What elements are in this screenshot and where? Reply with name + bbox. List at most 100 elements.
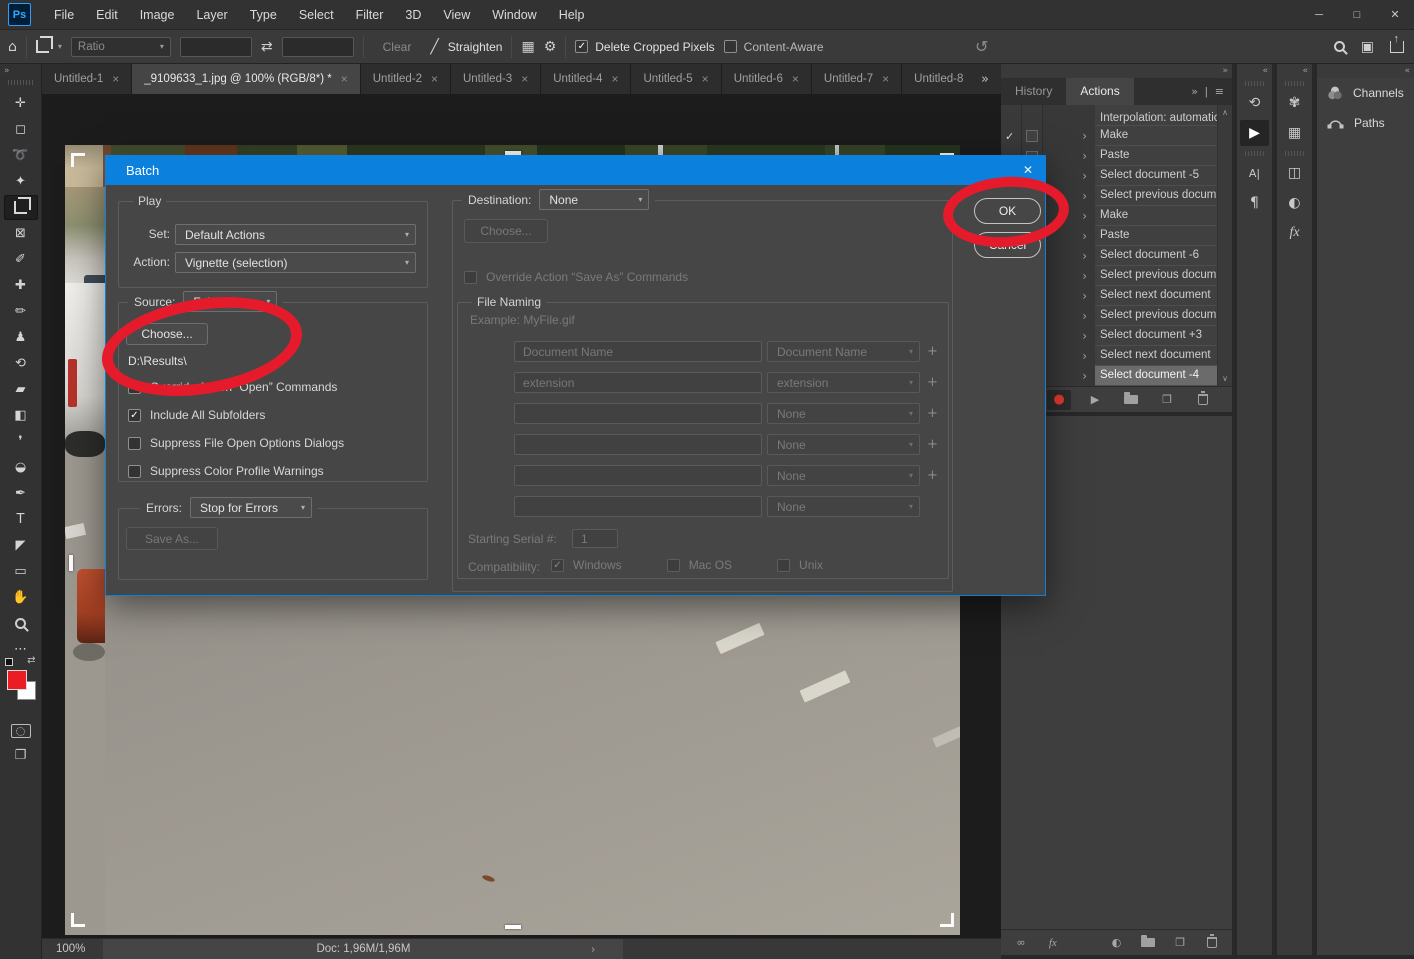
menu-item[interactable]: Window bbox=[481, 0, 547, 30]
clear-button[interactable]: Clear bbox=[373, 38, 422, 56]
foreground-color-swatch[interactable] bbox=[7, 670, 27, 690]
menu-item[interactable]: Edit bbox=[85, 0, 129, 30]
naming-part-select[interactable]: extension bbox=[767, 372, 920, 393]
lasso-tool[interactable]: ➰ bbox=[4, 143, 38, 168]
document-size-indicator[interactable]: Doc: 1,96M/1,96M › bbox=[103, 939, 623, 959]
tab-close-icon[interactable]: × bbox=[521, 72, 528, 86]
panel-expand-icon[interactable]: » bbox=[1191, 85, 1198, 98]
document-tab[interactable]: Untitled-2 × bbox=[361, 64, 451, 94]
link-icon[interactable]: ∞ bbox=[1011, 933, 1031, 953]
status-chevron-icon[interactable]: › bbox=[591, 942, 596, 956]
move-tool[interactable]: ✛ bbox=[4, 91, 38, 116]
naming-part-select[interactable]: None bbox=[767, 403, 920, 424]
adjustment-layer-icon[interactable]: ◐ bbox=[1107, 933, 1127, 953]
source-option-checkbox[interactable]: Override Action “Open” Commands bbox=[128, 380, 344, 394]
check-icon[interactable]: ✓ bbox=[1005, 130, 1014, 143]
compatibility-checkbox[interactable]: Windows bbox=[551, 558, 622, 572]
destination-choose-button[interactable]: Choose... bbox=[464, 219, 548, 243]
scrollbar[interactable]: ∧ ∨ bbox=[1217, 105, 1232, 386]
frame-tool[interactable]: ⊠ bbox=[4, 221, 38, 246]
document-tab[interactable]: Untitled-5 × bbox=[631, 64, 721, 94]
eyedropper-tool[interactable]: ✐ bbox=[4, 247, 38, 272]
tab-close-icon[interactable]: × bbox=[341, 72, 348, 86]
crop-height-input[interactable] bbox=[282, 37, 354, 57]
screen-mode-icon[interactable]: ❐ bbox=[15, 748, 27, 763]
naming-part-input[interactable]: Document Name bbox=[514, 341, 762, 362]
action-step-row[interactable]: › Select document -6 bbox=[1043, 246, 1217, 266]
pen-tool[interactable]: ✒ bbox=[4, 481, 38, 506]
new-action-icon[interactable]: ❐ bbox=[1155, 390, 1179, 410]
color-panel-icon[interactable]: ✾ bbox=[1280, 90, 1309, 116]
swap-dimensions-icon[interactable]: ⇄ bbox=[261, 39, 273, 55]
action-step-row[interactable]: › Select previous docum... bbox=[1043, 306, 1217, 326]
expander-icon[interactable]: › bbox=[1043, 146, 1095, 166]
panel-grip[interactable] bbox=[8, 80, 34, 85]
document-tab[interactable]: _9109633_1.jpg @ 100% (RGB/8*) * × bbox=[132, 64, 361, 94]
tab-actions[interactable]: Actions bbox=[1066, 78, 1133, 105]
naming-part-select[interactable]: None bbox=[767, 434, 920, 455]
content-aware-checkbox[interactable]: Content-Aware bbox=[724, 40, 824, 54]
tools-collapse-icon[interactable]: » bbox=[0, 64, 41, 76]
swatches-panel-icon[interactable]: ▦ bbox=[1280, 120, 1309, 146]
history-brush-tool[interactable]: ⟲ bbox=[4, 351, 38, 376]
panel-menu-icon[interactable]: ≡ bbox=[1215, 85, 1224, 98]
new-layer-icon[interactable]: ❐ bbox=[1170, 933, 1190, 953]
brush-tool[interactable]: ✏ bbox=[4, 299, 38, 324]
naming-part-select[interactable]: Document Name bbox=[767, 341, 920, 362]
clone-stamp-tool[interactable]: ♟ bbox=[4, 325, 38, 350]
marquee-tool[interactable]: ◻ bbox=[4, 117, 38, 142]
menu-item[interactable]: Image bbox=[129, 0, 186, 30]
default-colors-icon[interactable] bbox=[5, 658, 13, 666]
dialog-close-icon[interactable]: ✕ bbox=[1023, 163, 1033, 177]
source-select[interactable]: Folder bbox=[183, 291, 277, 312]
tab-close-icon[interactable]: × bbox=[792, 72, 799, 86]
record-icon[interactable]: ● bbox=[1047, 390, 1071, 410]
action-step-row[interactable]: › Select document -4 bbox=[1043, 366, 1217, 386]
source-option-checkbox[interactable]: Suppress Color Profile Warnings bbox=[128, 464, 344, 478]
plus-icon[interactable]: + bbox=[927, 406, 938, 421]
home-icon[interactable]: ⌂ bbox=[8, 39, 17, 55]
shape-tool[interactable]: ▭ bbox=[4, 559, 38, 584]
action-step-row[interactable]: › Select next document bbox=[1043, 346, 1217, 366]
actions-panel-icon[interactable]: ▶ bbox=[1240, 120, 1269, 146]
save-as-button[interactable]: Save As... bbox=[126, 527, 218, 550]
action-step-row[interactable]: Interpolation: automatic bbox=[1043, 105, 1217, 126]
cancel-button[interactable]: Cancel bbox=[974, 232, 1041, 258]
expand-panel-icon[interactable]: » bbox=[1222, 66, 1228, 76]
document-tab[interactable]: Untitled-7 × bbox=[812, 64, 902, 94]
minimize-button[interactable]: ─ bbox=[1300, 0, 1338, 30]
blur-tool[interactable]: ❜ bbox=[4, 429, 38, 454]
new-set-folder-icon[interactable] bbox=[1119, 390, 1143, 410]
straighten-icon[interactable]: ╱ bbox=[430, 39, 438, 55]
set-select[interactable]: Default Actions bbox=[175, 224, 416, 245]
play-icon[interactable]: ▶ bbox=[1083, 390, 1107, 410]
action-step-row[interactable]: › Select document +3 bbox=[1043, 326, 1217, 346]
menu-item[interactable]: Filter bbox=[345, 0, 395, 30]
adjustments-panel-icon[interactable]: ◐ bbox=[1280, 190, 1309, 216]
menu-item[interactable]: Help bbox=[548, 0, 596, 30]
styles-panel-icon[interactable]: fx bbox=[1280, 220, 1309, 246]
crop-width-input[interactable] bbox=[180, 37, 252, 57]
tab-close-icon[interactable]: × bbox=[882, 72, 889, 86]
crop-handle[interactable] bbox=[69, 555, 73, 571]
share-icon[interactable] bbox=[1390, 41, 1404, 53]
collapse-panel-icon[interactable]: « bbox=[1404, 66, 1410, 76]
workspace-icon[interactable]: ▣ bbox=[1361, 39, 1374, 55]
expander-icon[interactable]: › bbox=[1043, 226, 1095, 246]
delete-action-icon[interactable] bbox=[1191, 390, 1215, 410]
expander-icon[interactable]: › bbox=[1043, 286, 1095, 306]
trash-icon[interactable] bbox=[1202, 933, 1222, 953]
action-step-row[interactable]: › Select next document bbox=[1043, 286, 1217, 306]
document-tab[interactable]: Untitled-3 × bbox=[451, 64, 541, 94]
layer-mask-icon[interactable] bbox=[1075, 933, 1095, 953]
paragraph-panel-icon[interactable]: ¶ bbox=[1240, 190, 1269, 216]
menu-item[interactable]: Select bbox=[288, 0, 345, 30]
naming-part-input[interactable] bbox=[514, 434, 762, 455]
hand-tool[interactable]: ✋ bbox=[4, 585, 38, 610]
group-folder-icon[interactable] bbox=[1138, 933, 1158, 953]
destination-select[interactable]: None bbox=[539, 189, 649, 210]
straighten-label[interactable]: Straighten bbox=[448, 40, 503, 54]
swap-colors-icon[interactable]: ⇄ bbox=[27, 655, 35, 666]
source-choose-button[interactable]: Choose... bbox=[126, 323, 208, 345]
search-icon[interactable] bbox=[1334, 41, 1345, 52]
